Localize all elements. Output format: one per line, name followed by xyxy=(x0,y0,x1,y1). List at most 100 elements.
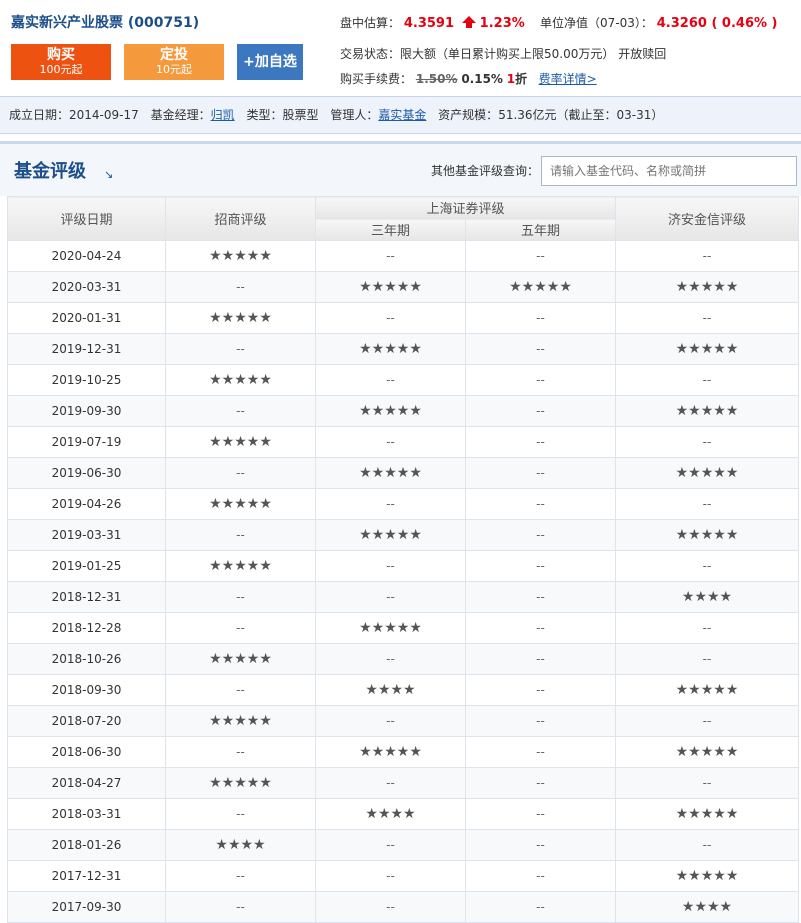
rating-date: 2018-10-26 xyxy=(7,643,166,675)
sip-button-label: 定投 xyxy=(160,47,188,63)
jian-rating-empty: -- xyxy=(615,240,800,272)
table-row: 2020-01-31 ★★★★★ -- -- -- xyxy=(7,302,800,334)
rating-table: 评级日期 招商评级 上海证券评级 济安金信评级 三年期 五年期 2020-04-… xyxy=(7,196,800,923)
table-row: 2019-07-19 ★★★★★ -- -- -- xyxy=(7,426,800,458)
table-row: 2018-03-31 -- ★★★★ -- ★★★★★ xyxy=(7,798,800,830)
zhaoshang-rating-stars: ★★★★★ xyxy=(165,488,316,520)
star-icon: ★★★★★ xyxy=(359,527,422,543)
rating-date: 2019-01-25 xyxy=(7,550,166,582)
nav-label: 单位净值（07-03）： xyxy=(540,16,653,30)
star-icon: ★★★★★ xyxy=(675,868,739,884)
rating-date: 2017-12-31 xyxy=(7,860,166,892)
jian-rating-empty: -- xyxy=(615,302,800,334)
fund-info-bar: 成立日期：2014-09-17 基金经理：归凯 类型：股票型 管理人：嘉实基金 … xyxy=(0,96,801,134)
star-icon: ★★★★★ xyxy=(675,527,739,543)
shanghai-5year-rating-empty: -- xyxy=(464,829,617,861)
col-header-5year: 五年期 xyxy=(464,218,617,241)
zhaoshang-rating-stars: ★★★★★ xyxy=(165,240,316,272)
fund-search-input[interactable] xyxy=(541,156,797,186)
col-header-jian: 济安金信评级 xyxy=(615,196,800,241)
buy-button[interactable]: 购买 100元起 xyxy=(11,44,111,80)
rating-date: 2019-03-31 xyxy=(7,519,166,551)
jian-rating-stars: ★★★★★ xyxy=(615,457,800,489)
rating-date: 2019-09-30 xyxy=(7,395,166,427)
col-header-shanghai: 上海证券评级 xyxy=(314,196,617,219)
jian-rating-stars: ★★★★★ xyxy=(615,674,800,706)
shanghai-5year-rating-empty: -- xyxy=(464,519,617,551)
shanghai-5year-rating-empty: -- xyxy=(464,891,617,923)
fund-size: 51.36亿元（截止至：03-31） xyxy=(498,108,664,122)
shanghai-3year-rating-empty: -- xyxy=(315,426,466,458)
table-row: 2017-12-31 -- -- -- ★★★★★ xyxy=(7,860,800,892)
rating-date: 2018-12-28 xyxy=(7,612,166,644)
fee-discount-unit: 折 xyxy=(515,72,528,86)
star-icon: ★★★★★ xyxy=(675,682,739,698)
estimate-change: 1.23% xyxy=(479,16,525,31)
shanghai-3year-rating-stars: ★★★★★ xyxy=(315,519,466,551)
zhaoshang-rating-stars: ★★★★★ xyxy=(165,426,316,458)
founded-label: 成立日期： xyxy=(9,108,70,122)
rating-date: 2018-04-27 xyxy=(7,767,166,799)
shanghai-5year-rating-empty: -- xyxy=(464,798,617,830)
star-icon: ★★★★★ xyxy=(209,496,272,512)
zhaoshang-rating-empty: -- xyxy=(165,798,316,830)
status-open: 开放赎回 xyxy=(618,47,667,61)
fee-detail-link[interactable]: 费率详情> xyxy=(539,72,597,86)
rating-date: 2020-04-24 xyxy=(7,240,166,272)
trade-status: 交易状态：限大额（单日累计购买上限50.00万元） 开放赎回 xyxy=(340,45,666,62)
shanghai-5year-rating-empty: -- xyxy=(464,860,617,892)
sip-button-sub: 10元起 xyxy=(156,63,192,76)
star-icon: ★★★★★ xyxy=(359,341,422,357)
zhaoshang-rating-stars: ★★★★★ xyxy=(165,643,316,675)
shanghai-3year-rating-empty: -- xyxy=(315,488,466,520)
buy-button-sub: 100元起 xyxy=(39,63,83,76)
jian-rating-stars: ★★★★★ xyxy=(615,333,800,365)
zhaoshang-rating-stars: ★★★★★ xyxy=(165,767,316,799)
fee-label: 购买手续费： xyxy=(340,72,413,86)
jian-rating-empty: -- xyxy=(615,643,800,675)
company-link[interactable]: 嘉实基金 xyxy=(378,108,426,122)
shanghai-3year-rating-empty: -- xyxy=(315,240,466,272)
zhaoshang-rating-stars: ★★★★★ xyxy=(165,302,316,334)
fund-title[interactable]: 嘉实新兴产业股票 (000751) xyxy=(11,12,199,32)
jian-rating-empty: -- xyxy=(615,612,800,644)
col-header-date: 评级日期 xyxy=(7,196,166,241)
status-value: 限大额 xyxy=(400,47,437,61)
shanghai-3year-rating-empty: -- xyxy=(315,891,466,923)
fee-current: 0.15% xyxy=(461,72,503,86)
zhaoshang-rating-stars: ★★★★★ xyxy=(165,364,316,396)
status-detail: （单日累计购买上限50.00万元） xyxy=(436,47,615,61)
star-icon: ★★★★ xyxy=(215,837,266,853)
manager-link[interactable]: 归凯 xyxy=(211,108,235,122)
shanghai-5year-rating-empty: -- xyxy=(464,643,617,675)
table-row: 2019-12-31 -- ★★★★★ -- ★★★★★ xyxy=(7,333,800,365)
shanghai-3year-rating-empty: -- xyxy=(315,364,466,396)
star-icon: ★★★★★ xyxy=(209,372,272,388)
sip-button[interactable]: 定投 10元起 xyxy=(124,44,224,80)
shanghai-5year-rating-empty: -- xyxy=(464,705,617,737)
rating-date: 2020-01-31 xyxy=(7,302,166,334)
rating-date: 2019-04-26 xyxy=(7,488,166,520)
jian-rating-stars: ★★★★★ xyxy=(615,736,800,768)
zhaoshang-rating-empty: -- xyxy=(165,519,316,551)
table-row: 2019-06-30 -- ★★★★★ -- ★★★★★ xyxy=(7,457,800,489)
shanghai-5year-rating-empty: -- xyxy=(464,302,617,334)
size-label: 资产规模： xyxy=(438,108,499,122)
shanghai-5year-rating-empty: -- xyxy=(464,240,617,272)
shanghai-5year-rating-empty: -- xyxy=(464,674,617,706)
zhaoshang-rating-empty: -- xyxy=(165,333,316,365)
rating-date: 2018-03-31 xyxy=(7,798,166,830)
jian-rating-empty: -- xyxy=(615,426,800,458)
shanghai-5year-rating-empty: -- xyxy=(464,488,617,520)
star-icon: ★★★★★ xyxy=(209,558,272,574)
add-watchlist-button[interactable]: +加自选 xyxy=(237,44,303,80)
zhaoshang-rating-stars: ★★★★★ xyxy=(165,550,316,582)
shanghai-3year-rating-stars: ★★★★★ xyxy=(315,395,466,427)
shanghai-5year-rating-empty: -- xyxy=(464,581,617,613)
zhaoshang-rating-empty: -- xyxy=(165,271,316,303)
jian-rating-empty: -- xyxy=(615,364,800,396)
table-row: 2017-09-30 -- -- -- ★★★★ xyxy=(7,891,800,923)
shanghai-5year-rating-stars: ★★★★★ xyxy=(464,271,617,303)
estimate-line: 盘中估算： 4.3591 1.23% 单位净值（07-03）： 4.3260 (… xyxy=(340,14,777,31)
star-icon: ★★★★★ xyxy=(675,341,739,357)
